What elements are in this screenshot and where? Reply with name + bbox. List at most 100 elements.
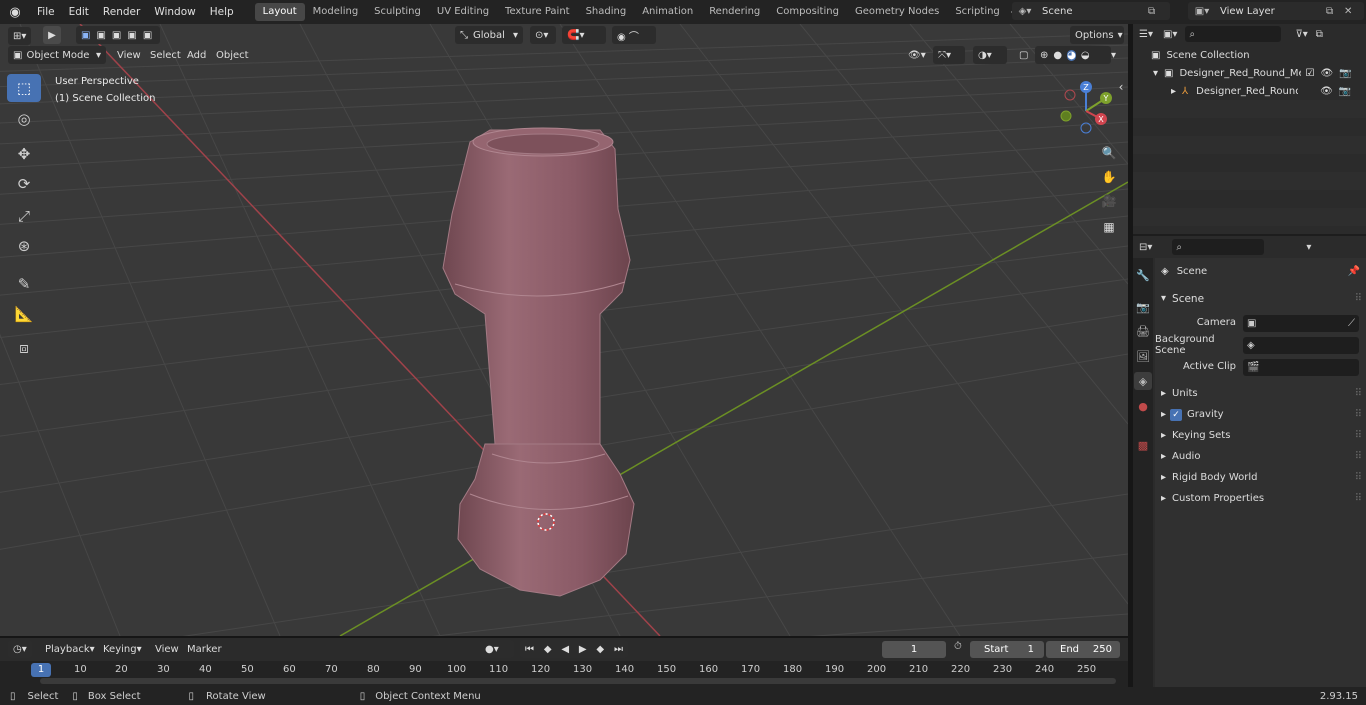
ortho-grid-icon[interactable]: ▦: [1098, 216, 1120, 238]
tab-compositing[interactable]: Compositing: [768, 3, 847, 21]
output-tab-icon[interactable]: 🖨: [1134, 322, 1152, 340]
scene-selector[interactable]: ◈▾ Scene ⧉: [1012, 2, 1170, 20]
eyedropper-icon[interactable]: ⟋: [1348, 318, 1355, 329]
blender-logo-icon[interactable]: ◉: [0, 0, 30, 24]
outliner-row-collection[interactable]: ▾ ▣ Designer_Red_Round_Metal_( ☑ 👁 📷: [1133, 64, 1366, 82]
transform-tool-icon[interactable]: ⊛: [7, 232, 41, 260]
new-scene-icon[interactable]: ⧉: [1148, 6, 1166, 17]
gravity-panel-header[interactable]: ▸ ✓ Gravity ⠿: [1155, 404, 1366, 425]
texture-tab-icon[interactable]: ▩: [1134, 436, 1152, 454]
menu-timeline-view[interactable]: View: [150, 640, 184, 658]
menu-window[interactable]: Window: [147, 6, 202, 18]
menu-file[interactable]: File: [30, 6, 62, 18]
tab-layout[interactable]: Layout: [254, 3, 305, 21]
jump-end-icon[interactable]: ⏭: [614, 644, 623, 655]
display-mode-icon[interactable]: ▣▾: [1163, 29, 1177, 40]
view-layer-tab-icon[interactable]: 🖼: [1134, 347, 1152, 365]
stopwatch-icon[interactable]: ⏱: [954, 641, 962, 652]
shading-mode-buttons[interactable]: ⊕ ● ◕ ◒: [1035, 46, 1111, 64]
menu-render[interactable]: Render: [96, 6, 147, 18]
intersect-selection-icon[interactable]: ▣: [143, 30, 152, 41]
outliner-editor-icon[interactable]: ☰▾: [1139, 29, 1153, 40]
menu-select[interactable]: Select: [145, 46, 186, 64]
outliner-row-scene-collection[interactable]: ▣ Scene Collection: [1133, 46, 1366, 64]
menu-keying[interactable]: Keying ▾: [98, 640, 147, 658]
overlays-toggle[interactable]: ◑ ▾: [973, 46, 1007, 64]
world-tab-icon[interactable]: ●: [1134, 397, 1152, 415]
end-frame-field[interactable]: End 250: [1046, 641, 1120, 658]
tab-modeling[interactable]: Modeling: [305, 3, 367, 21]
menu-marker[interactable]: Marker: [182, 640, 227, 658]
tab-uv-editing[interactable]: UV Editing: [429, 3, 497, 21]
mode-dropdown[interactable]: ▣ Object Mode ▾: [8, 46, 106, 64]
eye-icon[interactable]: 👁: [1320, 86, 1333, 97]
new-view-layer-icon[interactable]: ⧉: [1326, 6, 1344, 17]
transform-orientation-dropdown[interactable]: ⤡ Global ▾: [455, 26, 523, 44]
next-keyframe-icon[interactable]: ◆: [596, 644, 604, 655]
start-frame-field[interactable]: Start 1: [970, 641, 1044, 658]
properties-editor-icon[interactable]: ⊟▾: [1139, 242, 1152, 253]
rotate-tool-icon[interactable]: ⟳: [7, 170, 41, 198]
menu-view[interactable]: View: [112, 46, 146, 64]
outliner-search-input[interactable]: ⌕: [1185, 26, 1282, 42]
properties-search-input[interactable]: ⌕: [1172, 239, 1265, 255]
tab-animation[interactable]: Animation: [634, 3, 701, 21]
menu-edit[interactable]: Edit: [62, 6, 96, 18]
tab-scripting[interactable]: Scripting: [947, 3, 1007, 21]
tab-shading[interactable]: Shading: [578, 3, 635, 21]
new-selection-icon[interactable]: ▣: [81, 30, 90, 41]
playback-controls[interactable]: ⏮ ◆ ◀ ▶ ◆ ⏭: [520, 640, 628, 658]
options-dropdown[interactable]: Options ▾: [1070, 26, 1124, 44]
rigid-body-world-panel-header[interactable]: ▸ Rigid Body World ⠿: [1155, 467, 1366, 488]
scene-name[interactable]: Scene: [1038, 6, 1148, 17]
camera-render-icon[interactable]: 📷: [1339, 68, 1351, 79]
invert-selection-icon[interactable]: ▣: [127, 30, 136, 41]
drag-handle-icon[interactable]: ⠿: [1355, 388, 1362, 399]
select-tool-icon[interactable]: ▶: [43, 26, 61, 44]
custom-properties-panel-header[interactable]: ▸ Custom Properties ⠿: [1155, 488, 1366, 509]
scene-panel-header[interactable]: ▾ Scene ⠿: [1155, 288, 1366, 309]
sidebar-toggle-icon[interactable]: ‹: [1114, 76, 1128, 98]
cursor-tool-icon[interactable]: ◎: [7, 105, 41, 133]
snap-toggle[interactable]: 🧲 ▾: [562, 26, 606, 44]
zoom-icon[interactable]: 🔍: [1098, 142, 1120, 164]
selection-mode-buttons[interactable]: ▣ ▣ ▣ ▣ ▣: [76, 26, 160, 44]
camera-render-icon[interactable]: 📷: [1339, 86, 1351, 97]
drag-handle-icon[interactable]: ⠿: [1355, 472, 1362, 483]
rendered-shading-icon[interactable]: ◒: [1081, 50, 1090, 61]
remove-view-layer-icon[interactable]: ✕: [1344, 6, 1362, 17]
background-scene-field[interactable]: ◈: [1243, 337, 1359, 354]
tab-texture-paint[interactable]: Texture Paint: [497, 3, 578, 21]
menu-object[interactable]: Object: [211, 46, 254, 64]
pivot-point-dropdown[interactable]: ⊙▾: [530, 26, 556, 44]
move-tool-icon[interactable]: ✥: [7, 140, 41, 168]
shading-options-dropdown[interactable]: ▾: [1106, 46, 1121, 64]
navigation-gizmo[interactable]: Z Y X: [1056, 79, 1116, 139]
drag-handle-icon[interactable]: ⠿: [1355, 430, 1362, 441]
eye-icon[interactable]: 👁: [1320, 68, 1333, 79]
tab-geometry-nodes[interactable]: Geometry Nodes: [847, 3, 947, 21]
prev-keyframe-icon[interactable]: ◆: [544, 644, 552, 655]
gizmo-toggle[interactable]: ⤧ ▾: [933, 46, 965, 64]
tab-rendering[interactable]: Rendering: [701, 3, 768, 21]
new-collection-icon[interactable]: ⧉: [1316, 29, 1323, 40]
render-tab-icon[interactable]: 📷: [1134, 298, 1152, 316]
wireframe-shading-icon[interactable]: ⊕: [1040, 50, 1048, 61]
play-reverse-icon[interactable]: ◀: [561, 644, 569, 655]
frame-ruler[interactable]: 10 20 30 40 50 60 70 80 90 100 110 120 1…: [0, 661, 1128, 687]
proportional-edit-toggle[interactable]: ◉ ⌒: [612, 26, 656, 44]
auto-keying-toggle[interactable]: ● ▾: [480, 640, 514, 658]
scene-tab-icon[interactable]: ◈: [1134, 372, 1152, 390]
drag-handle-icon[interactable]: ⠿: [1355, 409, 1362, 420]
pin-icon[interactable]: 📌: [1348, 266, 1360, 277]
filter-icon[interactable]: ⊽▾: [1295, 29, 1307, 40]
visibility-dropdown[interactable]: 👁▾: [903, 46, 931, 64]
units-panel-header[interactable]: ▸ Units ⠿: [1155, 383, 1366, 404]
keying-sets-panel-header[interactable]: ▸ Keying Sets ⠿: [1155, 425, 1366, 446]
active-clip-field[interactable]: 🎬: [1243, 359, 1359, 376]
drag-handle-icon[interactable]: ⠿: [1355, 451, 1362, 462]
editor-type-dropdown[interactable]: ⊞▾: [8, 27, 32, 45]
scale-tool-icon[interactable]: ⤢: [7, 202, 41, 230]
solid-shading-icon[interactable]: ●: [1053, 50, 1062, 61]
expand-arrow-icon[interactable]: ▸: [1171, 86, 1176, 97]
